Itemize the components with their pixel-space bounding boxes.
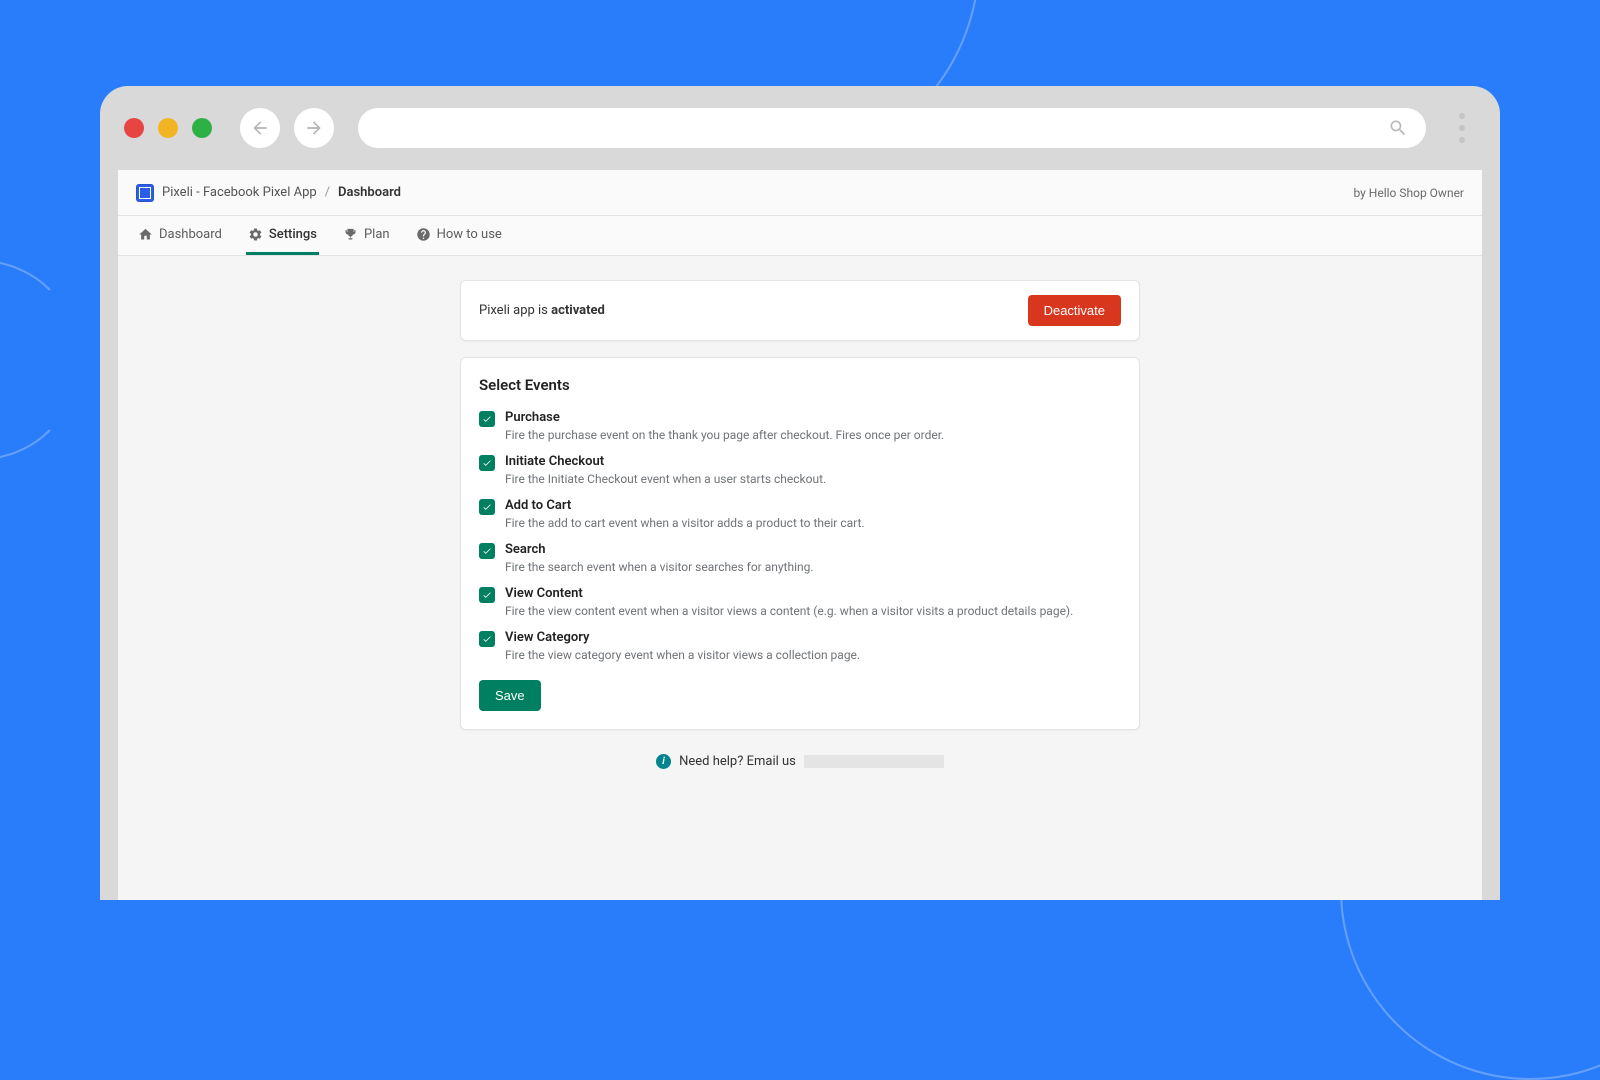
- event-desc: Fire the search event when a visitor sea…: [505, 560, 814, 574]
- checkbox-search[interactable]: [479, 543, 495, 559]
- event-label: Initiate Checkout: [505, 454, 826, 469]
- tab-dashboard[interactable]: Dashboard: [136, 216, 224, 255]
- main-content: Pixeli app is activated Deactivate Selec…: [118, 256, 1482, 793]
- breadcrumb-separator: /: [325, 185, 330, 200]
- events-title: Select Events: [479, 376, 1121, 394]
- browser-toolbar: [100, 86, 1500, 170]
- tab-bar: Dashboard Settings Plan How to use: [118, 216, 1482, 256]
- checkbox-initiate-checkout[interactable]: [479, 455, 495, 471]
- app-content: Pixeli - Facebook Pixel App / Dashboard …: [118, 170, 1482, 900]
- event-label: Search: [505, 542, 814, 557]
- save-button[interactable]: Save: [479, 680, 541, 711]
- status-prefix: Pixeli app is: [479, 303, 551, 318]
- check-icon: [482, 502, 492, 512]
- app-logo-icon: [136, 184, 154, 202]
- event-desc: Fire the purchase event on the thank you…: [505, 428, 944, 442]
- minimize-window-button[interactable]: [158, 118, 178, 138]
- status-card: Pixeli app is activated Deactivate: [460, 280, 1140, 341]
- breadcrumb: Pixeli - Facebook Pixel App / Dashboard: [136, 184, 401, 202]
- tab-plan[interactable]: Plan: [341, 216, 392, 255]
- address-bar[interactable]: [358, 108, 1426, 148]
- event-desc: Fire the add to cart event when a visito…: [505, 516, 865, 530]
- back-button[interactable]: [240, 108, 280, 148]
- event-initiate-checkout: Initiate Checkout Fire the Initiate Chec…: [479, 454, 1121, 486]
- tab-label: Settings: [269, 227, 317, 242]
- tab-how-to-use[interactable]: How to use: [414, 216, 504, 255]
- status-text: Pixeli app is activated: [479, 303, 605, 318]
- check-icon: [482, 458, 492, 468]
- event-label: View Category: [505, 630, 860, 645]
- event-add-to-cart: Add to Cart Fire the add to cart event w…: [479, 498, 1121, 530]
- events-card: Select Events Purchase Fire the purchase…: [460, 357, 1140, 730]
- event-view-category: View Category Fire the view category eve…: [479, 630, 1121, 662]
- check-icon: [482, 590, 492, 600]
- info-icon: i: [656, 754, 671, 769]
- event-purchase: Purchase Fire the purchase event on the …: [479, 410, 1121, 442]
- checkbox-view-content[interactable]: [479, 587, 495, 603]
- close-window-button[interactable]: [124, 118, 144, 138]
- status-state: activated: [551, 303, 605, 318]
- tab-label: Dashboard: [159, 227, 222, 242]
- help-row: i Need help? Email us: [656, 754, 944, 769]
- question-icon: [416, 227, 431, 242]
- email-redacted: [804, 755, 944, 768]
- checkbox-purchase[interactable]: [479, 411, 495, 427]
- tab-label: Plan: [364, 227, 390, 242]
- trophy-icon: [343, 227, 358, 242]
- event-label: View Content: [505, 586, 1073, 601]
- event-label: Purchase: [505, 410, 944, 425]
- browser-window: Pixeli - Facebook Pixel App / Dashboard …: [100, 86, 1500, 900]
- deactivate-button[interactable]: Deactivate: [1028, 295, 1121, 326]
- maximize-window-button[interactable]: [192, 118, 212, 138]
- search-icon: [1388, 118, 1408, 138]
- event-search: Search Fire the search event when a visi…: [479, 542, 1121, 574]
- check-icon: [482, 546, 492, 556]
- gear-icon: [248, 227, 263, 242]
- event-label: Add to Cart: [505, 498, 865, 513]
- decorative-curve: [0, 260, 80, 460]
- event-desc: Fire the view category event when a visi…: [505, 648, 860, 662]
- tab-label: How to use: [437, 227, 502, 242]
- event-desc: Fire the view content event when a visit…: [505, 604, 1073, 618]
- check-icon: [482, 634, 492, 644]
- tab-settings[interactable]: Settings: [246, 216, 319, 255]
- checkbox-view-category[interactable]: [479, 631, 495, 647]
- check-icon: [482, 414, 492, 424]
- home-icon: [138, 227, 153, 242]
- checkbox-add-to-cart[interactable]: [479, 499, 495, 515]
- breadcrumb-app-name[interactable]: Pixeli - Facebook Pixel App: [162, 185, 317, 200]
- breadcrumb-current: Dashboard: [338, 185, 401, 200]
- event-desc: Fire the Initiate Checkout event when a …: [505, 472, 826, 486]
- window-controls: [124, 118, 212, 138]
- event-view-content: View Content Fire the view content event…: [479, 586, 1121, 618]
- arrow-left-icon: [250, 118, 270, 138]
- attribution-text: by Hello Shop Owner: [1353, 186, 1464, 200]
- app-header: Pixeli - Facebook Pixel App / Dashboard …: [118, 170, 1482, 216]
- forward-button[interactable]: [294, 108, 334, 148]
- help-text: Need help? Email us: [679, 754, 796, 769]
- browser-menu-button[interactable]: [1448, 113, 1476, 143]
- arrow-right-icon: [304, 118, 324, 138]
